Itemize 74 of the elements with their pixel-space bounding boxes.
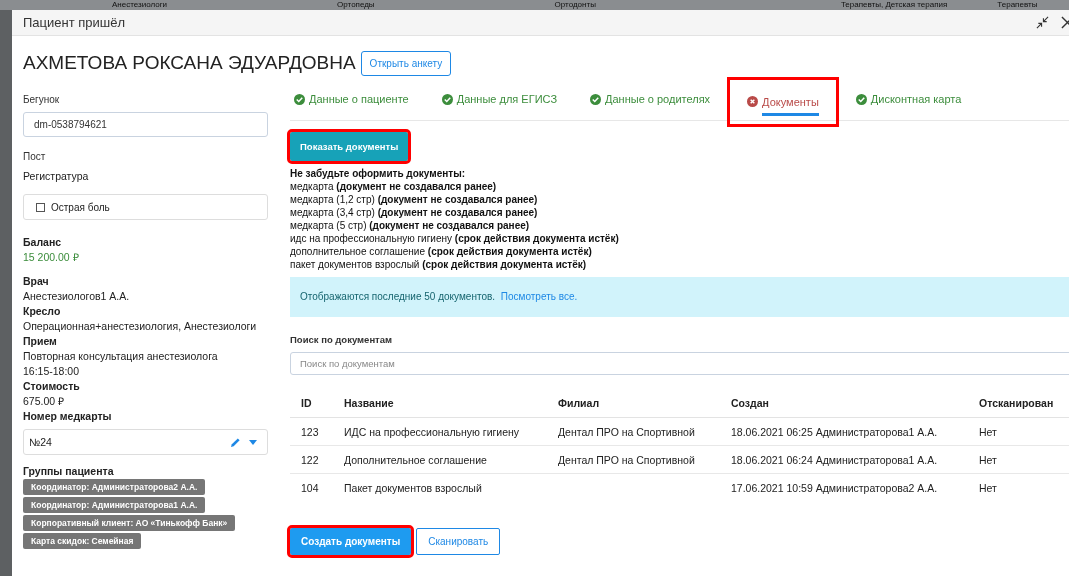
action-button[interactable]: Сканировать [416, 528, 501, 555]
field-value: Анестезиологов1 А.А. [23, 289, 131, 304]
field-value: Операционная+анестезиология, Анестезиологи [23, 319, 258, 334]
background-column-header: Терапевты [997, 0, 1038, 10]
minimize-icon[interactable] [1036, 16, 1049, 29]
tab[interactable]: Дисконтная карта [839, 80, 978, 120]
reminder-item: медкарта (1,2 стр) (документ не создавался ранее) [290, 193, 539, 206]
field-value: 675.00 ₽ [23, 394, 66, 409]
search-field[interactable]: Поиск по документам [290, 352, 1069, 375]
group-tag: Координатор: Администраторова2 А.А. [23, 479, 206, 495]
table-cell: Дентал ПРО на Спортивной [558, 453, 695, 466]
pencil-icon[interactable] [230, 436, 241, 448]
reminder-item: пакет документов взрослый (срок действия документа истёк) [290, 258, 588, 271]
column-header: Название [333, 389, 547, 418]
checkbox-label: Острая боль [51, 201, 110, 213]
view-all-link[interactable]: Посмотреть все. [500, 291, 578, 302]
field-label: Группы пациента [23, 464, 115, 479]
table-cell: 122 [301, 453, 319, 466]
background-column-header: Анестезиологи [112, 0, 168, 10]
table-cell: 104 [301, 481, 319, 494]
table-cell: ИДС на профессиональную гигиену [344, 425, 520, 438]
reminder-item: идс на профессиональную гигиену (срок действия документа истёк) [290, 232, 620, 245]
show-documents-button[interactable]: Показать документы [290, 132, 409, 161]
field-value: Повторная консультация анестезиолога [23, 349, 219, 364]
reminder-title: Не забудьте оформить документы: [290, 167, 466, 180]
tab[interactable]: Данные о пациенте [290, 80, 425, 120]
reminder-item: медкарта (5 стр) (документ не создавался ранее) [290, 219, 531, 232]
column-header: Создан [720, 389, 968, 418]
table-cell: Пакет документов взрослый [344, 481, 482, 494]
field-value: 16:15-18:00 [23, 364, 81, 379]
field-label: Бегунок [23, 94, 61, 105]
field-label: Номер медкарты [23, 409, 113, 424]
table-cell: Нет [979, 453, 997, 466]
runner-field[interactable]: dm-0538794621 [23, 112, 268, 137]
action-button[interactable]: Создать документы [290, 528, 412, 555]
column-header: ID [290, 389, 333, 418]
reminder-item: медкарта (3,4 стр) (документ не создавался ранее) [290, 206, 539, 219]
field-label: Стоимость [23, 379, 81, 394]
table-cell: 123 [301, 425, 319, 438]
field-label: Баланс [23, 235, 63, 250]
checkbox[interactable] [36, 202, 45, 212]
card-number-select[interactable]: №24 [23, 429, 268, 455]
info-text: Отображаются последние 50 документов. [300, 291, 496, 302]
table-cell: 18.06.2021 06:25 Администраторова1 А.А. [731, 425, 938, 438]
table-cell: Дополнительное соглашение [344, 453, 487, 466]
patient-name: АХМЕТОВА РОКСАНА ЭДУАРДОВНА [23, 52, 356, 74]
table-cell: 18.06.2021 06:24 Администраторова1 А.А. [731, 453, 938, 466]
field-label: Поиск по документам [290, 334, 394, 345]
column-header: Отсканирован [968, 389, 1069, 418]
window-title: Пациент пришёл [23, 15, 126, 30]
table-cell: Нет [979, 481, 997, 494]
background-column-header: Ортопеды [337, 0, 375, 10]
background-column-header: Ортодонты [554, 0, 596, 10]
field-label: Пост [23, 151, 47, 162]
column-header: Филиал [547, 389, 720, 418]
group-tag: Карта скидок: Семейная [23, 533, 142, 549]
open-form-button[interactable]: Открыть анкету [360, 50, 452, 76]
group-tag: Корпоративный клиент: АО «Тинькофф Банк» [23, 515, 236, 531]
tab[interactable]: Данные о родителях [574, 80, 727, 120]
field-label: Врач [23, 274, 50, 289]
tab[interactable]: Документы [727, 77, 839, 127]
tab[interactable]: Данные для ЕГИСЗ [425, 80, 574, 120]
group-tag: Координатор: Администраторова1 А.А. [23, 497, 206, 513]
caret-icon[interactable] [249, 439, 257, 445]
post-value: Регистратура [23, 169, 90, 184]
table-cell: Дентал ПРО на Спортивной [558, 425, 695, 438]
background-column-header: Терапевты, Детская терапия [840, 0, 948, 10]
field-label: Прием [23, 334, 58, 349]
reminder-item: медкарта (документ не создавался ранее) [290, 180, 498, 193]
reminder-item: дополнительное соглашение (срок действия документа истёк) [290, 245, 593, 258]
table-cell: Нет [979, 425, 997, 438]
table-cell: 17.06.2021 10:59 Администраторова2 А.А. [731, 481, 938, 494]
field-label: Кресло [23, 304, 62, 319]
balance-value: 15 200.00 ₽ [23, 250, 80, 265]
